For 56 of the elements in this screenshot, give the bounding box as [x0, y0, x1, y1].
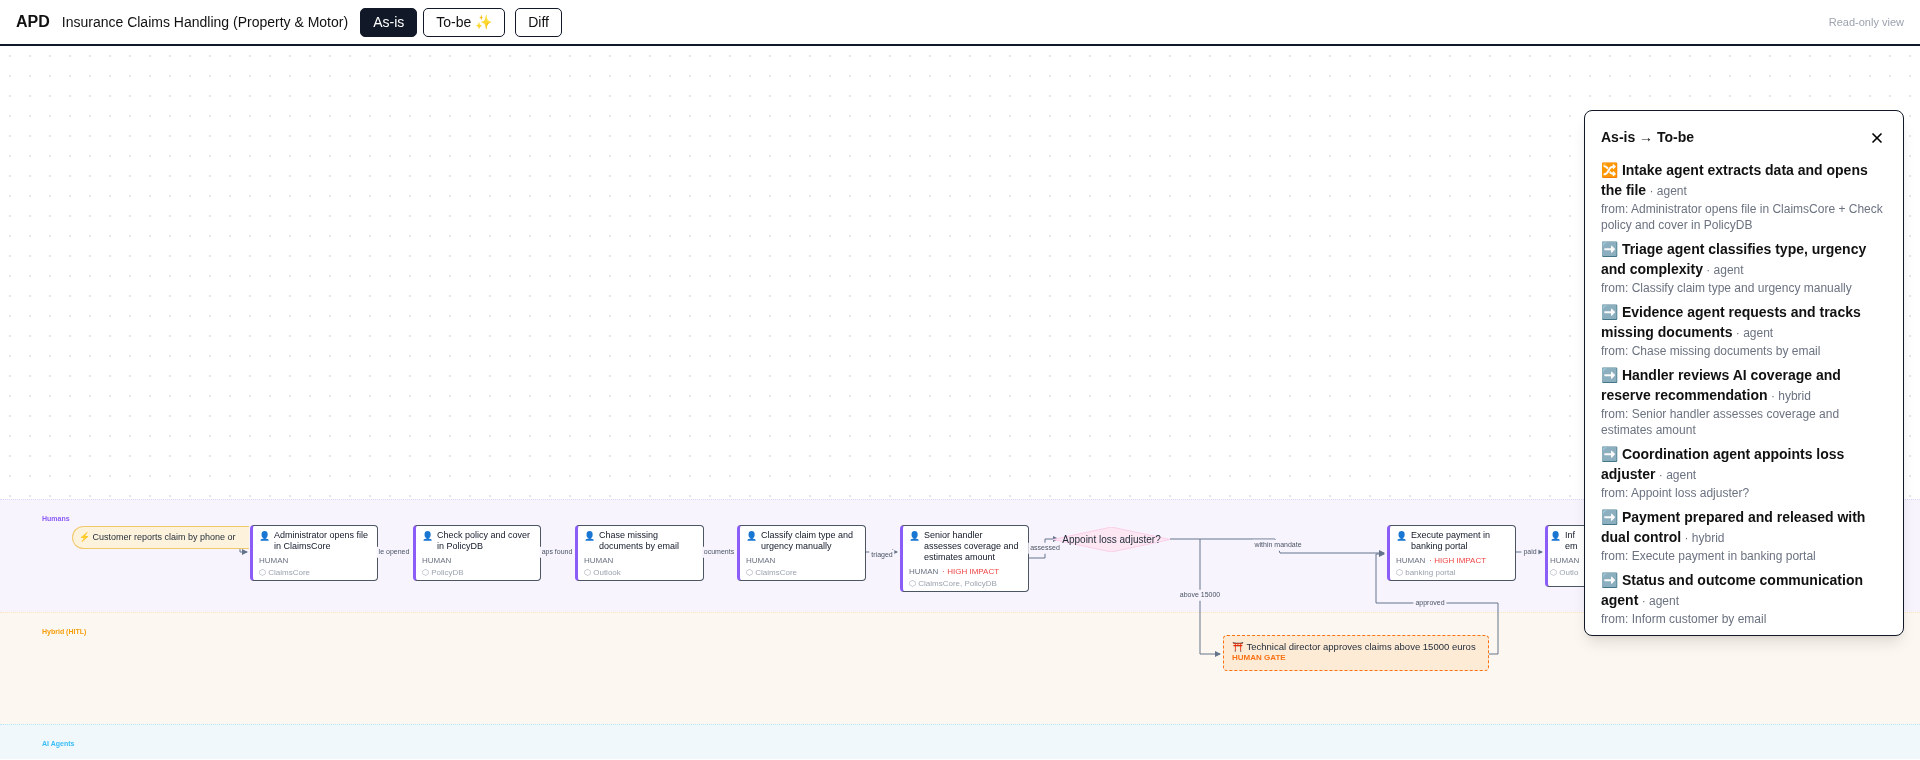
task-node[interactable]: 👤 Classify claim type and urgency manually HUMAN ⬡ ClaimsCore: [737, 525, 866, 581]
node-title: ⛩ Technical director approves claims above 15000 euros: [1232, 640, 1477, 653]
role-label: HUMAN: [259, 556, 289, 566]
gate-node[interactable]: ⛩ Technical director approves claims above 15000 euros HUMAN GATE: [1223, 635, 1489, 671]
person-icon: 👤: [1396, 530, 1407, 542]
person-icon: 👤: [259, 530, 270, 542]
person-icon: 👤: [584, 530, 595, 542]
view-tab[interactable]: To-be ✨: [423, 7, 506, 37]
change-source: from: Appoint loss adjuster?: [1601, 485, 1751, 501]
node-title: Execute payment in banking portal: [1411, 530, 1492, 552]
node-title: Senior handler assesses coverage and estimates amount: [924, 530, 1020, 563]
system-label: ⬡ ClaimsCore: [746, 568, 798, 578]
node-title: Check policy and cover in PolicyDB: [437, 530, 532, 552]
node-title: Administrator opens file in ClaimsCore: [274, 530, 370, 552]
impact-label: · HIGH IMPACT: [1429, 556, 1487, 566]
node-title: Classify claim type and urgency manually: [761, 530, 855, 552]
role-label: HUMAN: [422, 556, 452, 566]
app-logo: APD: [16, 12, 50, 32]
person-icon: 👤: [746, 530, 757, 542]
task-node[interactable]: 👤 Inf em HUMAN ⬡ Outlo: [1545, 525, 1584, 587]
node-title: ⚡ Customer reports claim by phone or: [79, 530, 236, 544]
read-only-note: Read-only view: [1828, 14, 1904, 30]
node-title: Inf em: [1565, 530, 1579, 552]
task-node[interactable]: 👤 Chase missing documents by email HUMAN ⬡ Outlook: [575, 525, 704, 581]
person-icon: 👤: [422, 530, 433, 542]
role-label: HUMAN GATE: [1232, 653, 1287, 663]
role-label: HUMAN: [909, 567, 939, 577]
view-tab[interactable]: Diff: [515, 7, 562, 37]
system-label: ⬡ banking portal: [1396, 568, 1457, 578]
change-source: from: Senior handler assesses coverage and estimates amount: [1601, 406, 1841, 438]
change-source: from: Inform customer by email: [1601, 611, 1768, 627]
change-source: from: Execute payment in banking portal: [1601, 548, 1817, 564]
change-source: from: Administrator opens file in ClaimsCore + Check policy and cover in PolicyDB: [1601, 201, 1884, 233]
system-label: ⬡ ClaimsCore: [259, 568, 311, 578]
trigger-node[interactable]: ⚡ Customer reports claim by phone or: [72, 526, 249, 549]
person-icon: 👤: [909, 530, 920, 542]
task-node[interactable]: 👤 Execute payment in banking portal HUMAN · HIGH IMPACT ⬡ banking portal: [1387, 525, 1516, 581]
change-source: from: Classify claim type and urgency manually: [1601, 280, 1853, 296]
system-label: ⬡ PolicyDB: [422, 568, 465, 578]
role-label: HUMAN: [746, 556, 776, 566]
role-label: HUMAN: [584, 556, 614, 566]
person-icon: 👤: [1550, 530, 1561, 542]
system-label: ⬡ Outlook: [584, 568, 622, 578]
panel-title: As-is → To-be: [1601, 128, 1695, 147]
process-title: Insurance Claims Handling (Property & Motor): [61, 12, 349, 32]
change-source: from: Chase missing documents by email: [1601, 343, 1822, 359]
view-tab[interactable]: As-is: [360, 7, 418, 37]
role-label: HUMAN: [1550, 556, 1580, 566]
task-node[interactable]: 👤 Administrator opens file in ClaimsCore HUMAN ⬡ ClaimsCore: [250, 525, 378, 581]
impact-label: · HIGH IMPACT: [942, 567, 1000, 577]
system-label: ⬡ Outlo: [1550, 568, 1580, 578]
system-label: ⬡ ClaimsCore, PolicyDB: [909, 579, 998, 589]
node-title: Chase missing documents by email: [599, 530, 681, 552]
role-label: HUMAN: [1396, 556, 1426, 566]
task-node[interactable]: 👤 Check policy and cover in PolicyDB HUMAN ⬡ PolicyDB: [413, 525, 541, 581]
task-node[interactable]: 👤 Senior handler assesses coverage and estimates amount HUMAN · HIGH IMPACT ⬡ ClaimsCore, PolicyDB: [900, 525, 1029, 592]
